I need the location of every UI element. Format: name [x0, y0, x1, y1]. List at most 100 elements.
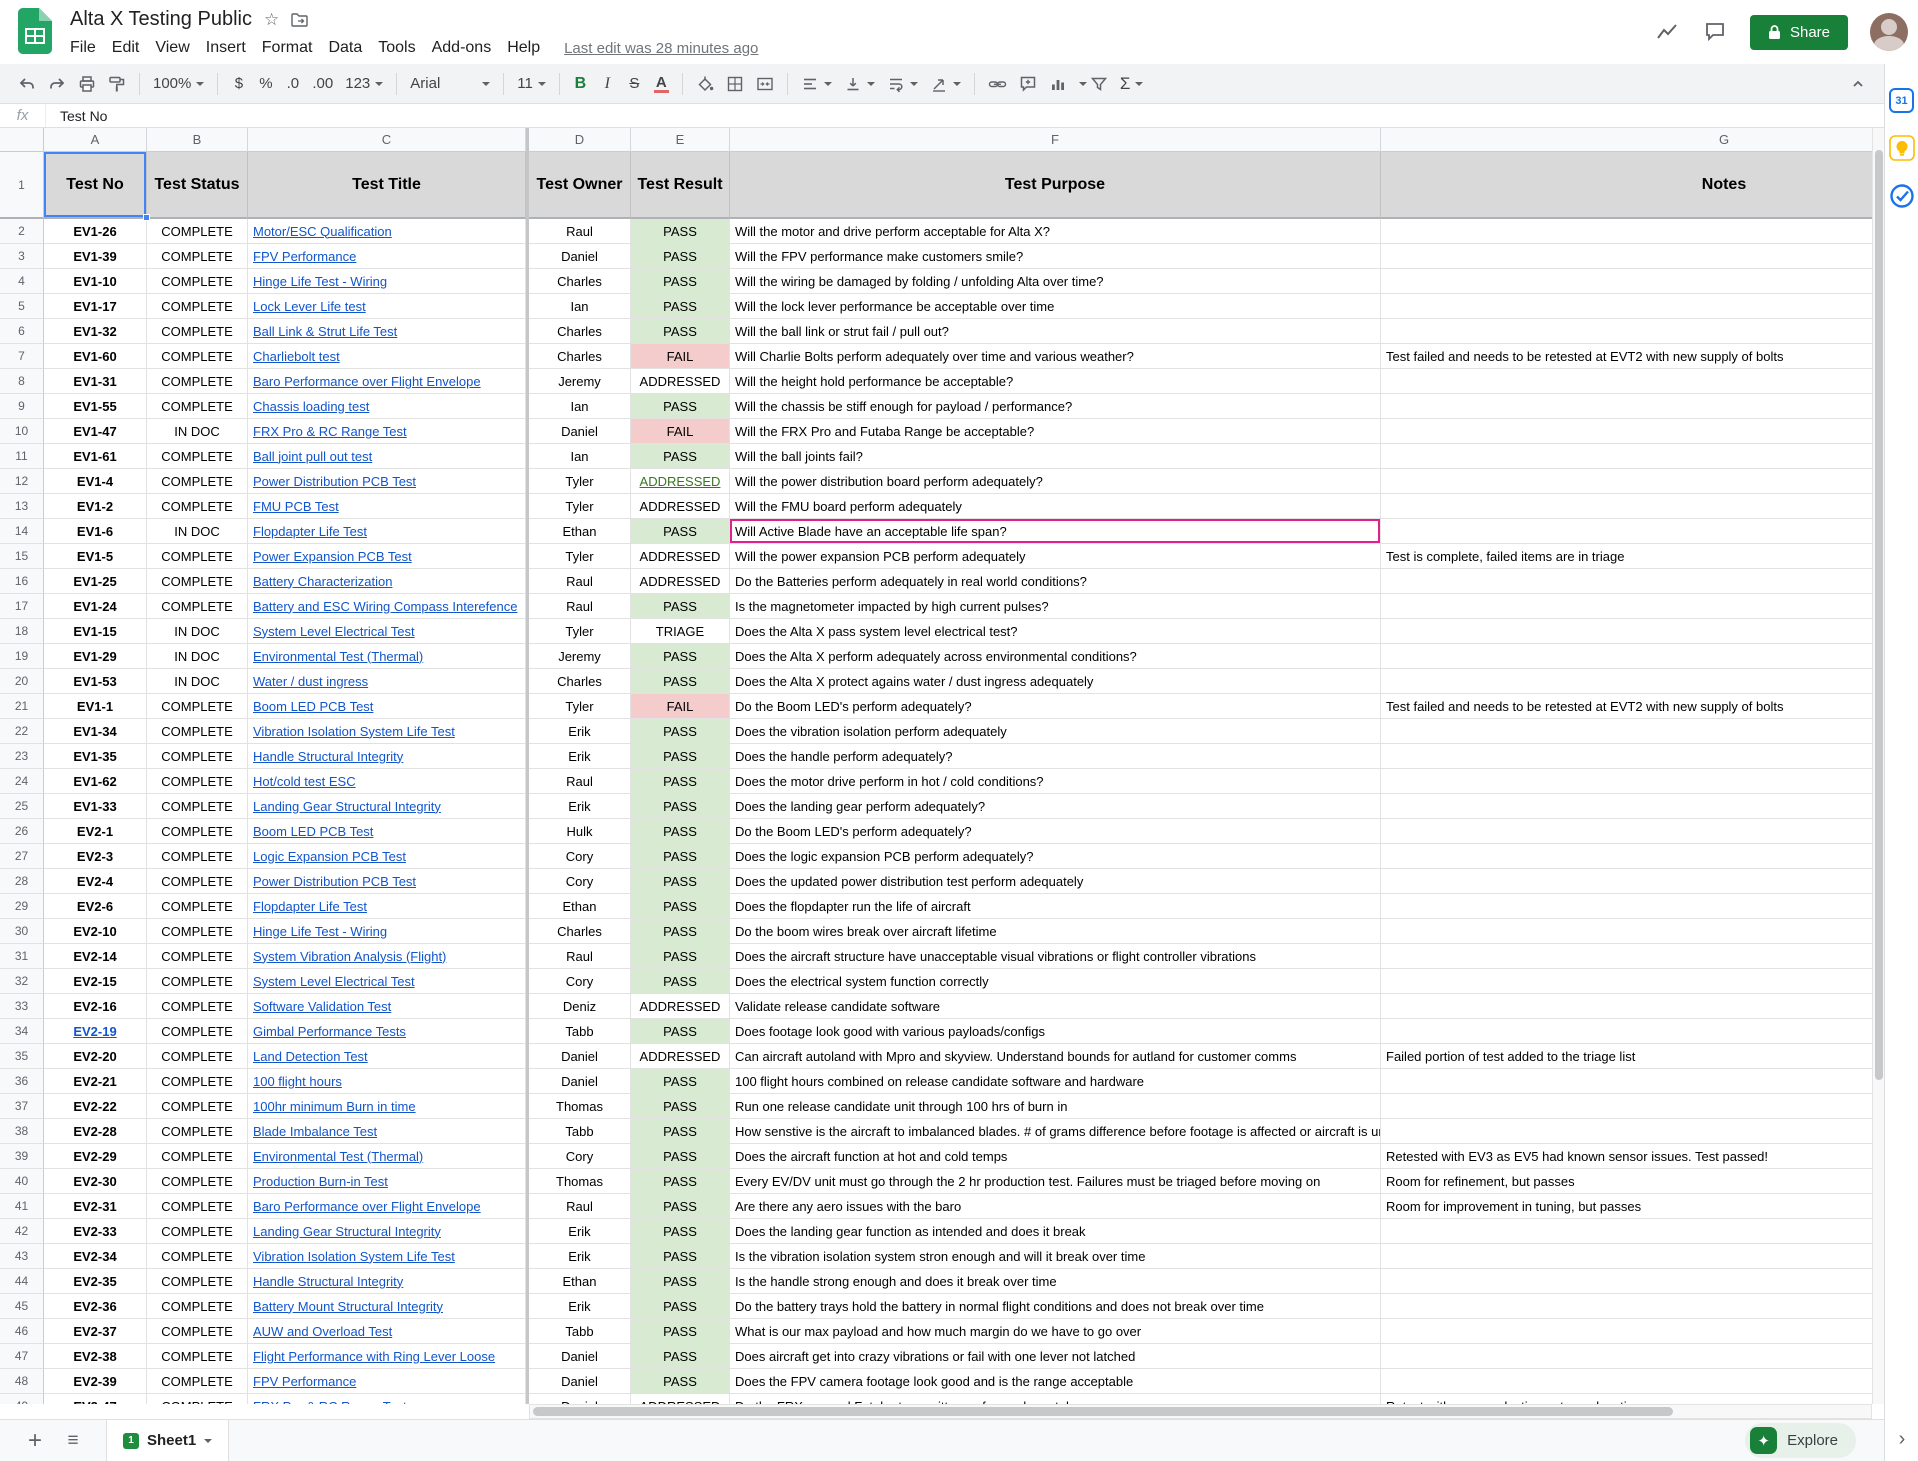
- cell-test-status[interactable]: COMPLETE: [147, 1194, 248, 1219]
- cell-test-title[interactable]: Lock Lever Life test: [248, 294, 526, 319]
- cell-test-result[interactable]: ADDRESSED: [631, 544, 730, 569]
- cell-test-result[interactable]: FAIL: [631, 344, 730, 369]
- functions-button[interactable]: Σ: [1114, 70, 1150, 97]
- row-header[interactable]: 21: [0, 694, 44, 719]
- cell-test-status[interactable]: COMPLETE: [147, 469, 248, 494]
- explore-button[interactable]: ✦ Explore: [1745, 1423, 1856, 1458]
- cell-test-purpose[interactable]: Do the boom wires break over aircraft li…: [730, 919, 1381, 944]
- cell-test-status[interactable]: COMPLETE: [147, 1069, 248, 1094]
- cell-test-status[interactable]: COMPLETE: [147, 969, 248, 994]
- cell-test-purpose[interactable]: Does the logic expansion PCB perform ade…: [730, 844, 1381, 869]
- cell-test-no[interactable]: EV2-30: [44, 1169, 147, 1194]
- cell-test-no[interactable]: EV1-24: [44, 594, 147, 619]
- star-icon[interactable]: ☆: [264, 10, 279, 30]
- cell-notes[interactable]: Failed portion of test added to the tria…: [1381, 1044, 1872, 1069]
- cell-notes[interactable]: Room for refinement, but passes: [1381, 1169, 1872, 1194]
- sheets-logo-icon[interactable]: [18, 8, 52, 54]
- cell-test-owner[interactable]: Deniz: [529, 994, 631, 1019]
- cell-test-purpose[interactable]: Will Charlie Bolts perform adequately ov…: [730, 344, 1381, 369]
- row-header[interactable]: 23: [0, 744, 44, 769]
- cell-test-title[interactable]: Production Burn-in Test: [248, 1169, 526, 1194]
- cell-notes[interactable]: Room for improvement in tuning, but pass…: [1381, 1194, 1872, 1219]
- cell-test-purpose[interactable]: Will the power expansion PCB perform ade…: [730, 544, 1381, 569]
- cell-test-no[interactable]: EV2-31: [44, 1194, 147, 1219]
- test-no-link[interactable]: EV2-19: [73, 1024, 116, 1039]
- row-header[interactable]: 12: [0, 469, 44, 494]
- cell-test-owner[interactable]: Charles: [529, 919, 631, 944]
- cell-test-status[interactable]: COMPLETE: [147, 369, 248, 394]
- undo-button[interactable]: [12, 70, 42, 97]
- row-header[interactable]: 9: [0, 394, 44, 419]
- cell-test-owner[interactable]: Ian: [529, 294, 631, 319]
- cell-test-owner[interactable]: Charles: [529, 344, 631, 369]
- row-header[interactable]: 7: [0, 344, 44, 369]
- cell-test-status[interactable]: COMPLETE: [147, 1144, 248, 1169]
- cell-test-status[interactable]: COMPLETE: [147, 1219, 248, 1244]
- row-header[interactable]: 47: [0, 1344, 44, 1369]
- cell-test-title[interactable]: Flopdapter Life Test: [248, 894, 526, 919]
- cell-test-result[interactable]: PASS: [631, 1119, 730, 1144]
- test-title-link[interactable]: Environmental Test (Thermal): [253, 1149, 423, 1164]
- cell-test-no[interactable]: EV2-16: [44, 994, 147, 1019]
- row-header[interactable]: 40: [0, 1169, 44, 1194]
- cell-test-result[interactable]: PASS: [631, 1219, 730, 1244]
- print-button[interactable]: [72, 70, 102, 97]
- test-title-link[interactable]: 100hr minimum Burn in time: [253, 1099, 416, 1114]
- cell-test-result[interactable]: PASS: [631, 894, 730, 919]
- cell-test-purpose[interactable]: Do the Boom LED's perform adequately?: [730, 694, 1381, 719]
- keep-icon[interactable]: [1889, 135, 1915, 161]
- cell-test-purpose[interactable]: Run one release candidate unit through 1…: [730, 1094, 1381, 1119]
- cell-test-status[interactable]: IN DOC: [147, 419, 248, 444]
- cell-test-purpose[interactable]: Are there any aero issues with the baro: [730, 1194, 1381, 1219]
- cell-test-owner[interactable]: Cory: [529, 969, 631, 994]
- cell-test-status[interactable]: COMPLETE: [147, 694, 248, 719]
- cell-test-owner[interactable]: Erik: [529, 1294, 631, 1319]
- cell-test-title[interactable]: FRX Pro & RC Range Test: [248, 1394, 526, 1404]
- header-cell-test-status[interactable]: Test Status: [147, 152, 248, 219]
- cell-test-purpose[interactable]: Will the wiring be damaged by folding / …: [730, 269, 1381, 294]
- row-header[interactable]: 16: [0, 569, 44, 594]
- cell-notes[interactable]: [1381, 1294, 1872, 1319]
- test-title-link[interactable]: Flight Performance with Ring Lever Loose: [253, 1349, 495, 1364]
- cell-test-no[interactable]: EV2-3: [44, 844, 147, 869]
- cell-test-no[interactable]: EV1-5: [44, 544, 147, 569]
- test-title-link[interactable]: Blade Imbalance Test: [253, 1124, 377, 1139]
- row-header[interactable]: 39: [0, 1144, 44, 1169]
- cell-test-no[interactable]: EV2-38: [44, 1344, 147, 1369]
- cell-test-result[interactable]: PASS: [631, 269, 730, 294]
- test-title-link[interactable]: Power Distribution PCB Test: [253, 474, 416, 489]
- cell-test-owner[interactable]: Charles: [529, 669, 631, 694]
- cell-test-result[interactable]: PASS: [631, 394, 730, 419]
- cell-test-title[interactable]: Flight Performance with Ring Lever Loose: [248, 1344, 526, 1369]
- cell-test-title[interactable]: Power Expansion PCB Test: [248, 544, 526, 569]
- cell-test-owner[interactable]: Thomas: [529, 1094, 631, 1119]
- cell-test-result[interactable]: PASS: [631, 519, 730, 544]
- cell-test-status[interactable]: IN DOC: [147, 619, 248, 644]
- cell-test-status[interactable]: COMPLETE: [147, 794, 248, 819]
- cell-test-no[interactable]: EV1-39: [44, 244, 147, 269]
- cell-test-owner[interactable]: Tabb: [529, 1019, 631, 1044]
- cell-test-owner[interactable]: Daniel: [529, 1344, 631, 1369]
- row-header[interactable]: 14: [0, 519, 44, 544]
- cell-test-title[interactable]: Charliebolt test: [248, 344, 526, 369]
- row-header[interactable]: 32: [0, 969, 44, 994]
- test-title-link[interactable]: Chassis loading test: [253, 399, 369, 414]
- cell-test-title[interactable]: Hinge Life Test - Wiring: [248, 269, 526, 294]
- header-cell-test-owner[interactable]: Test Owner: [529, 152, 631, 219]
- cell-test-title[interactable]: Baro Performance over Flight Envelope: [248, 1194, 526, 1219]
- row-header[interactable]: 44: [0, 1269, 44, 1294]
- test-title-link[interactable]: Battery Characterization: [253, 574, 392, 589]
- share-button[interactable]: Share: [1750, 15, 1848, 50]
- cell-test-status[interactable]: COMPLETE: [147, 1294, 248, 1319]
- cell-test-owner[interactable]: Tabb: [529, 1319, 631, 1344]
- currency-format-button[interactable]: $: [225, 70, 252, 97]
- fill-color-button[interactable]: [690, 70, 720, 97]
- test-title-link[interactable]: FPV Performance: [253, 249, 356, 264]
- cell-test-no[interactable]: EV2-4: [44, 869, 147, 894]
- menu-edit[interactable]: Edit: [104, 36, 148, 60]
- test-title-link[interactable]: Water / dust ingress: [253, 674, 368, 689]
- cell-test-result[interactable]: ADDRESSED: [631, 1044, 730, 1069]
- test-title-link[interactable]: Baro Performance over Flight Envelope: [253, 374, 481, 389]
- cell-test-purpose[interactable]: Will the lock lever performance be accep…: [730, 294, 1381, 319]
- test-title-link[interactable]: System Level Electrical Test: [253, 624, 415, 639]
